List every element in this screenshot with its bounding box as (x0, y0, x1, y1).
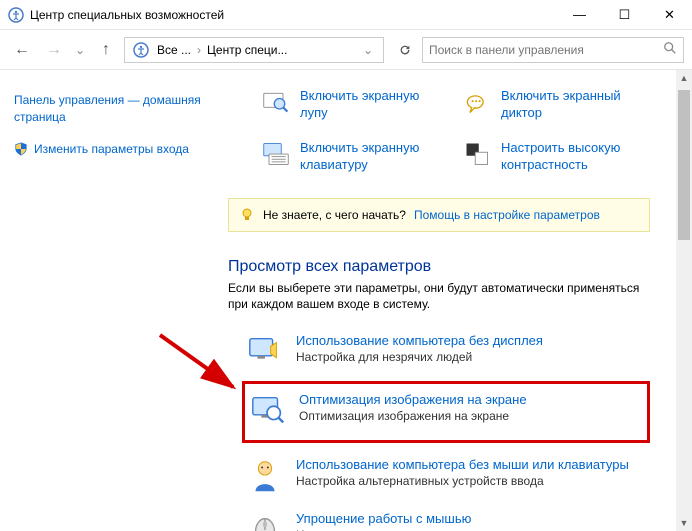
hint-text: Не знаете, с чего начать? (263, 208, 406, 222)
section-description: Если вы выберете эти параметры, они буду… (218, 280, 674, 328)
option-optimize-display[interactable]: Оптимизация изображения на экране Оптими… (249, 390, 643, 432)
quick-narrator[interactable]: Включить экранный диктор (463, 88, 644, 122)
monitor-speaker-icon (246, 333, 284, 371)
shield-icon (14, 142, 28, 156)
monitor-magnify-icon (249, 392, 287, 430)
option-subtitle: Оптимизация изображения на экране (299, 409, 643, 423)
option-title: Оптимизация изображения на экране (299, 392, 643, 407)
maximize-button[interactable]: ☐ (602, 0, 647, 30)
hint-bar: Не знаете, с чего начать? Помощь в настр… (228, 198, 650, 232)
breadcrumb-seg2[interactable]: Центр специ... (203, 43, 291, 57)
mouse-icon (246, 511, 284, 531)
option-no-display[interactable]: Использование компьютера без дисплея Нас… (242, 327, 650, 381)
search-input[interactable] (429, 43, 663, 57)
quick-access-grid: Включить экранную лупу Включить экранный… (218, 70, 674, 198)
quick-magnifier[interactable]: Включить экранную лупу (262, 88, 443, 122)
refresh-button[interactable] (392, 37, 418, 63)
history-dropdown[interactable]: ⌄ (72, 36, 88, 64)
chevron-right-icon: › (195, 43, 203, 57)
option-title: Упрощение работы с мышью (296, 511, 646, 526)
scroll-thumb[interactable] (678, 90, 690, 240)
sidebar: Панель управления — домашняя страница Из… (0, 70, 218, 531)
close-button[interactable]: ✕ (647, 0, 692, 30)
section-title: Просмотр всех параметров (218, 232, 674, 280)
person-icon (246, 457, 284, 495)
chevron-down-icon[interactable]: ⌄ (357, 43, 379, 57)
narrator-icon (463, 88, 491, 116)
window-title: Центр специальных возможностей (30, 8, 557, 22)
breadcrumb[interactable]: Все ... › Центр специ... ⌄ (124, 37, 384, 63)
contrast-icon (463, 140, 491, 168)
highlighted-option-box: Оптимизация изображения на экране Оптими… (242, 381, 650, 443)
quick-osk[interactable]: Включить экранную клавиатуру (262, 140, 443, 174)
control-panel-home-link[interactable]: Панель управления — домашняя страница (14, 92, 206, 127)
change-login-params-link[interactable]: Изменить параметры входа (14, 141, 206, 158)
search-box[interactable] (422, 37, 684, 63)
titlebar: Центр специальных возможностей — ☐ ✕ (0, 0, 692, 30)
scroll-up-arrow[interactable]: ▲ (676, 70, 692, 86)
main-content: Включить экранную лупу Включить экранный… (218, 70, 692, 531)
option-title: Использование компьютера без мыши или кл… (296, 457, 646, 472)
magnifier-icon (262, 88, 290, 116)
forward-button[interactable]: → (40, 36, 68, 64)
lightbulb-icon (239, 207, 255, 223)
option-mouse-easier[interactable]: Упрощение работы с мышью Изменение парам… (242, 505, 650, 531)
option-subtitle: Настройка для незрячих людей (296, 350, 646, 364)
keyboard-icon (262, 140, 290, 168)
option-subtitle: Настройка альтернативных устройств ввода (296, 474, 646, 488)
hint-link[interactable]: Помощь в настройке параметров (414, 208, 600, 222)
scroll-down-arrow[interactable]: ▼ (676, 515, 692, 531)
ease-of-access-icon (8, 7, 24, 23)
back-button[interactable]: ← (8, 36, 36, 64)
search-icon[interactable] (663, 41, 677, 58)
option-title: Использование компьютера без дисплея (296, 333, 646, 348)
quick-contrast[interactable]: Настроить высокую контрастность (463, 140, 644, 174)
minimize-button[interactable]: — (557, 0, 602, 30)
window-controls: — ☐ ✕ (557, 0, 692, 30)
up-button[interactable]: ↑ (92, 36, 120, 64)
vertical-scrollbar[interactable]: ▲ ▼ (676, 70, 692, 531)
navbar: ← → ⌄ ↑ Все ... › Центр специ... ⌄ (0, 30, 692, 70)
ease-of-access-icon (133, 42, 149, 58)
refresh-icon (398, 43, 412, 57)
option-no-mouse-keyboard[interactable]: Использование компьютера без мыши или кл… (242, 451, 650, 505)
breadcrumb-seg1[interactable]: Все ... (153, 43, 195, 57)
options-list: Использование компьютера без дисплея Нас… (218, 327, 674, 531)
